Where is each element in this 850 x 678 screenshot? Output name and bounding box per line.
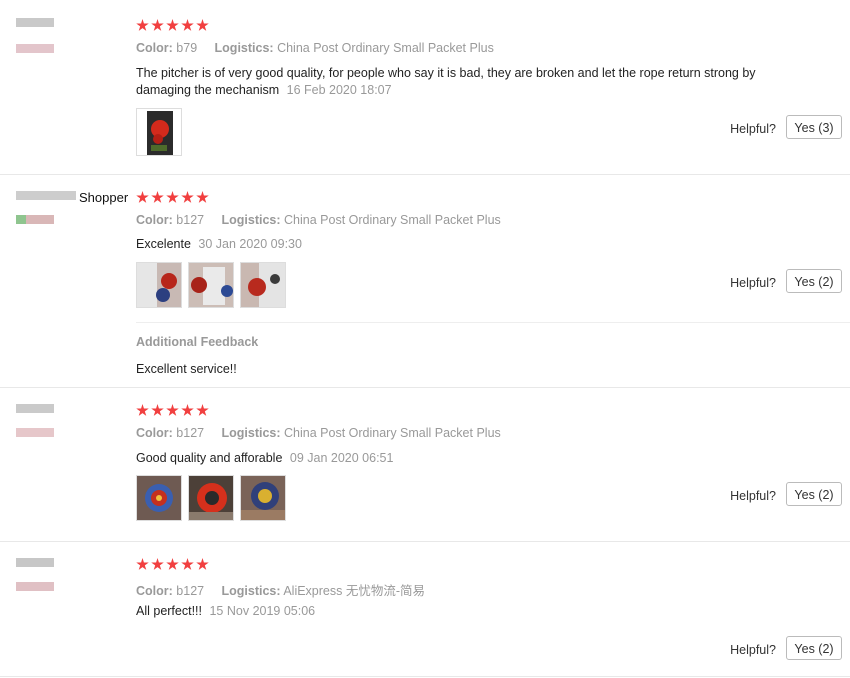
star-icon bbox=[196, 558, 209, 570]
helpful-label: Helpful? bbox=[730, 122, 776, 136]
rating-stars bbox=[136, 558, 209, 571]
review-body: Excelente bbox=[136, 237, 191, 251]
helpful-yes-button[interactable]: Yes (2) bbox=[786, 636, 842, 660]
review-item: Color: b127 Logistics: China Post Ordina… bbox=[0, 388, 850, 542]
color-label: Color: bbox=[136, 213, 173, 227]
review-photo[interactable] bbox=[136, 262, 182, 308]
logistics-label: Logistics: bbox=[221, 584, 281, 598]
star-icon bbox=[136, 404, 149, 416]
review-body: The pitcher is of very good quality, for… bbox=[136, 66, 756, 97]
rating-stars bbox=[136, 404, 209, 417]
star-icon bbox=[136, 558, 149, 570]
review-item: Color: b127 Logistics: AliExpress 无忧物流-简… bbox=[0, 542, 850, 677]
logistics-label: Logistics: bbox=[214, 41, 274, 55]
review-meta: Color: b79 Logistics: China Post Ordinar… bbox=[136, 41, 494, 55]
review-meta: Color: b127 Logistics: China Post Ordina… bbox=[136, 213, 501, 227]
review-photos bbox=[136, 475, 286, 521]
helpful-yes-button[interactable]: Yes (2) bbox=[786, 269, 842, 293]
star-icon bbox=[151, 191, 164, 203]
color-label: Color: bbox=[136, 41, 173, 55]
shopper-label: Shopper bbox=[79, 190, 129, 205]
review-photo[interactable] bbox=[188, 262, 234, 308]
star-icon bbox=[181, 558, 194, 570]
review-date: 09 Jan 2020 06:51 bbox=[289, 451, 394, 465]
star-icon bbox=[196, 404, 209, 416]
star-icon bbox=[166, 404, 179, 416]
helpful-label: Helpful? bbox=[730, 276, 776, 290]
star-icon bbox=[151, 558, 164, 570]
logistics-value: China Post Ordinary Small Packet Plus bbox=[284, 213, 501, 227]
rating-stars bbox=[136, 191, 209, 204]
review-item: Shopper Color: b127 Logistics: China Pos… bbox=[0, 175, 850, 388]
star-icon bbox=[166, 558, 179, 570]
color-label: Color: bbox=[136, 584, 173, 598]
review-body: All perfect!!! bbox=[136, 604, 202, 618]
color-value: b127 bbox=[176, 584, 205, 598]
color-value: b79 bbox=[176, 41, 198, 55]
review-photo[interactable] bbox=[136, 475, 182, 521]
star-icon bbox=[151, 19, 164, 31]
star-icon bbox=[166, 19, 179, 31]
color-label: Color: bbox=[136, 426, 173, 440]
review-photo[interactable] bbox=[136, 108, 182, 156]
review-text: Excelente 30 Jan 2020 09:30 bbox=[136, 236, 796, 253]
helpful-yes-button[interactable]: Yes (3) bbox=[786, 115, 842, 139]
helpful-yes-button[interactable]: Yes (2) bbox=[786, 482, 842, 506]
logistics-value: AliExpress 无忧物流-简易 bbox=[283, 584, 426, 598]
review-body: Good quality and afforable bbox=[136, 451, 283, 465]
star-icon bbox=[181, 404, 194, 416]
logistics-label: Logistics: bbox=[221, 213, 281, 227]
review-meta: Color: b127 Logistics: China Post Ordina… bbox=[136, 426, 501, 440]
review-photo[interactable] bbox=[188, 475, 234, 521]
review-photos bbox=[136, 262, 286, 308]
review-meta: Color: b127 Logistics: AliExpress 无忧物流-简… bbox=[136, 580, 425, 599]
additional-feedback-title: Additional Feedback bbox=[136, 335, 259, 349]
review-photos bbox=[136, 108, 182, 156]
review-item: Color: b79 Logistics: China Post Ordinar… bbox=[0, 0, 850, 175]
color-value: b127 bbox=[176, 213, 205, 227]
helpful-label: Helpful? bbox=[730, 489, 776, 503]
color-value: b127 bbox=[176, 426, 205, 440]
helpful-label: Helpful? bbox=[730, 643, 776, 657]
star-icon bbox=[151, 404, 164, 416]
review-text: Good quality and afforable 09 Jan 2020 0… bbox=[136, 450, 796, 467]
additional-feedback-text: Excellent service!! bbox=[136, 362, 237, 376]
star-icon bbox=[136, 191, 149, 203]
star-icon bbox=[196, 19, 209, 31]
star-icon bbox=[181, 19, 194, 31]
review-date: 16 Feb 2020 18:07 bbox=[286, 83, 392, 97]
review-photo[interactable] bbox=[240, 262, 286, 308]
star-icon bbox=[166, 191, 179, 203]
review-text: All perfect!!! 15 Nov 2019 05:06 bbox=[136, 603, 796, 620]
logistics-value: China Post Ordinary Small Packet Plus bbox=[284, 426, 501, 440]
divider bbox=[136, 322, 850, 323]
review-date: 15 Nov 2019 05:06 bbox=[209, 604, 316, 618]
logistics-label: Logistics: bbox=[221, 426, 281, 440]
logistics-value: China Post Ordinary Small Packet Plus bbox=[277, 41, 494, 55]
review-date: 30 Jan 2020 09:30 bbox=[198, 237, 302, 251]
review-text: The pitcher is of very good quality, for… bbox=[136, 65, 796, 99]
star-icon bbox=[196, 191, 209, 203]
rating-stars bbox=[136, 19, 209, 32]
star-icon bbox=[181, 191, 194, 203]
review-photo[interactable] bbox=[240, 475, 286, 521]
star-icon bbox=[136, 19, 149, 31]
